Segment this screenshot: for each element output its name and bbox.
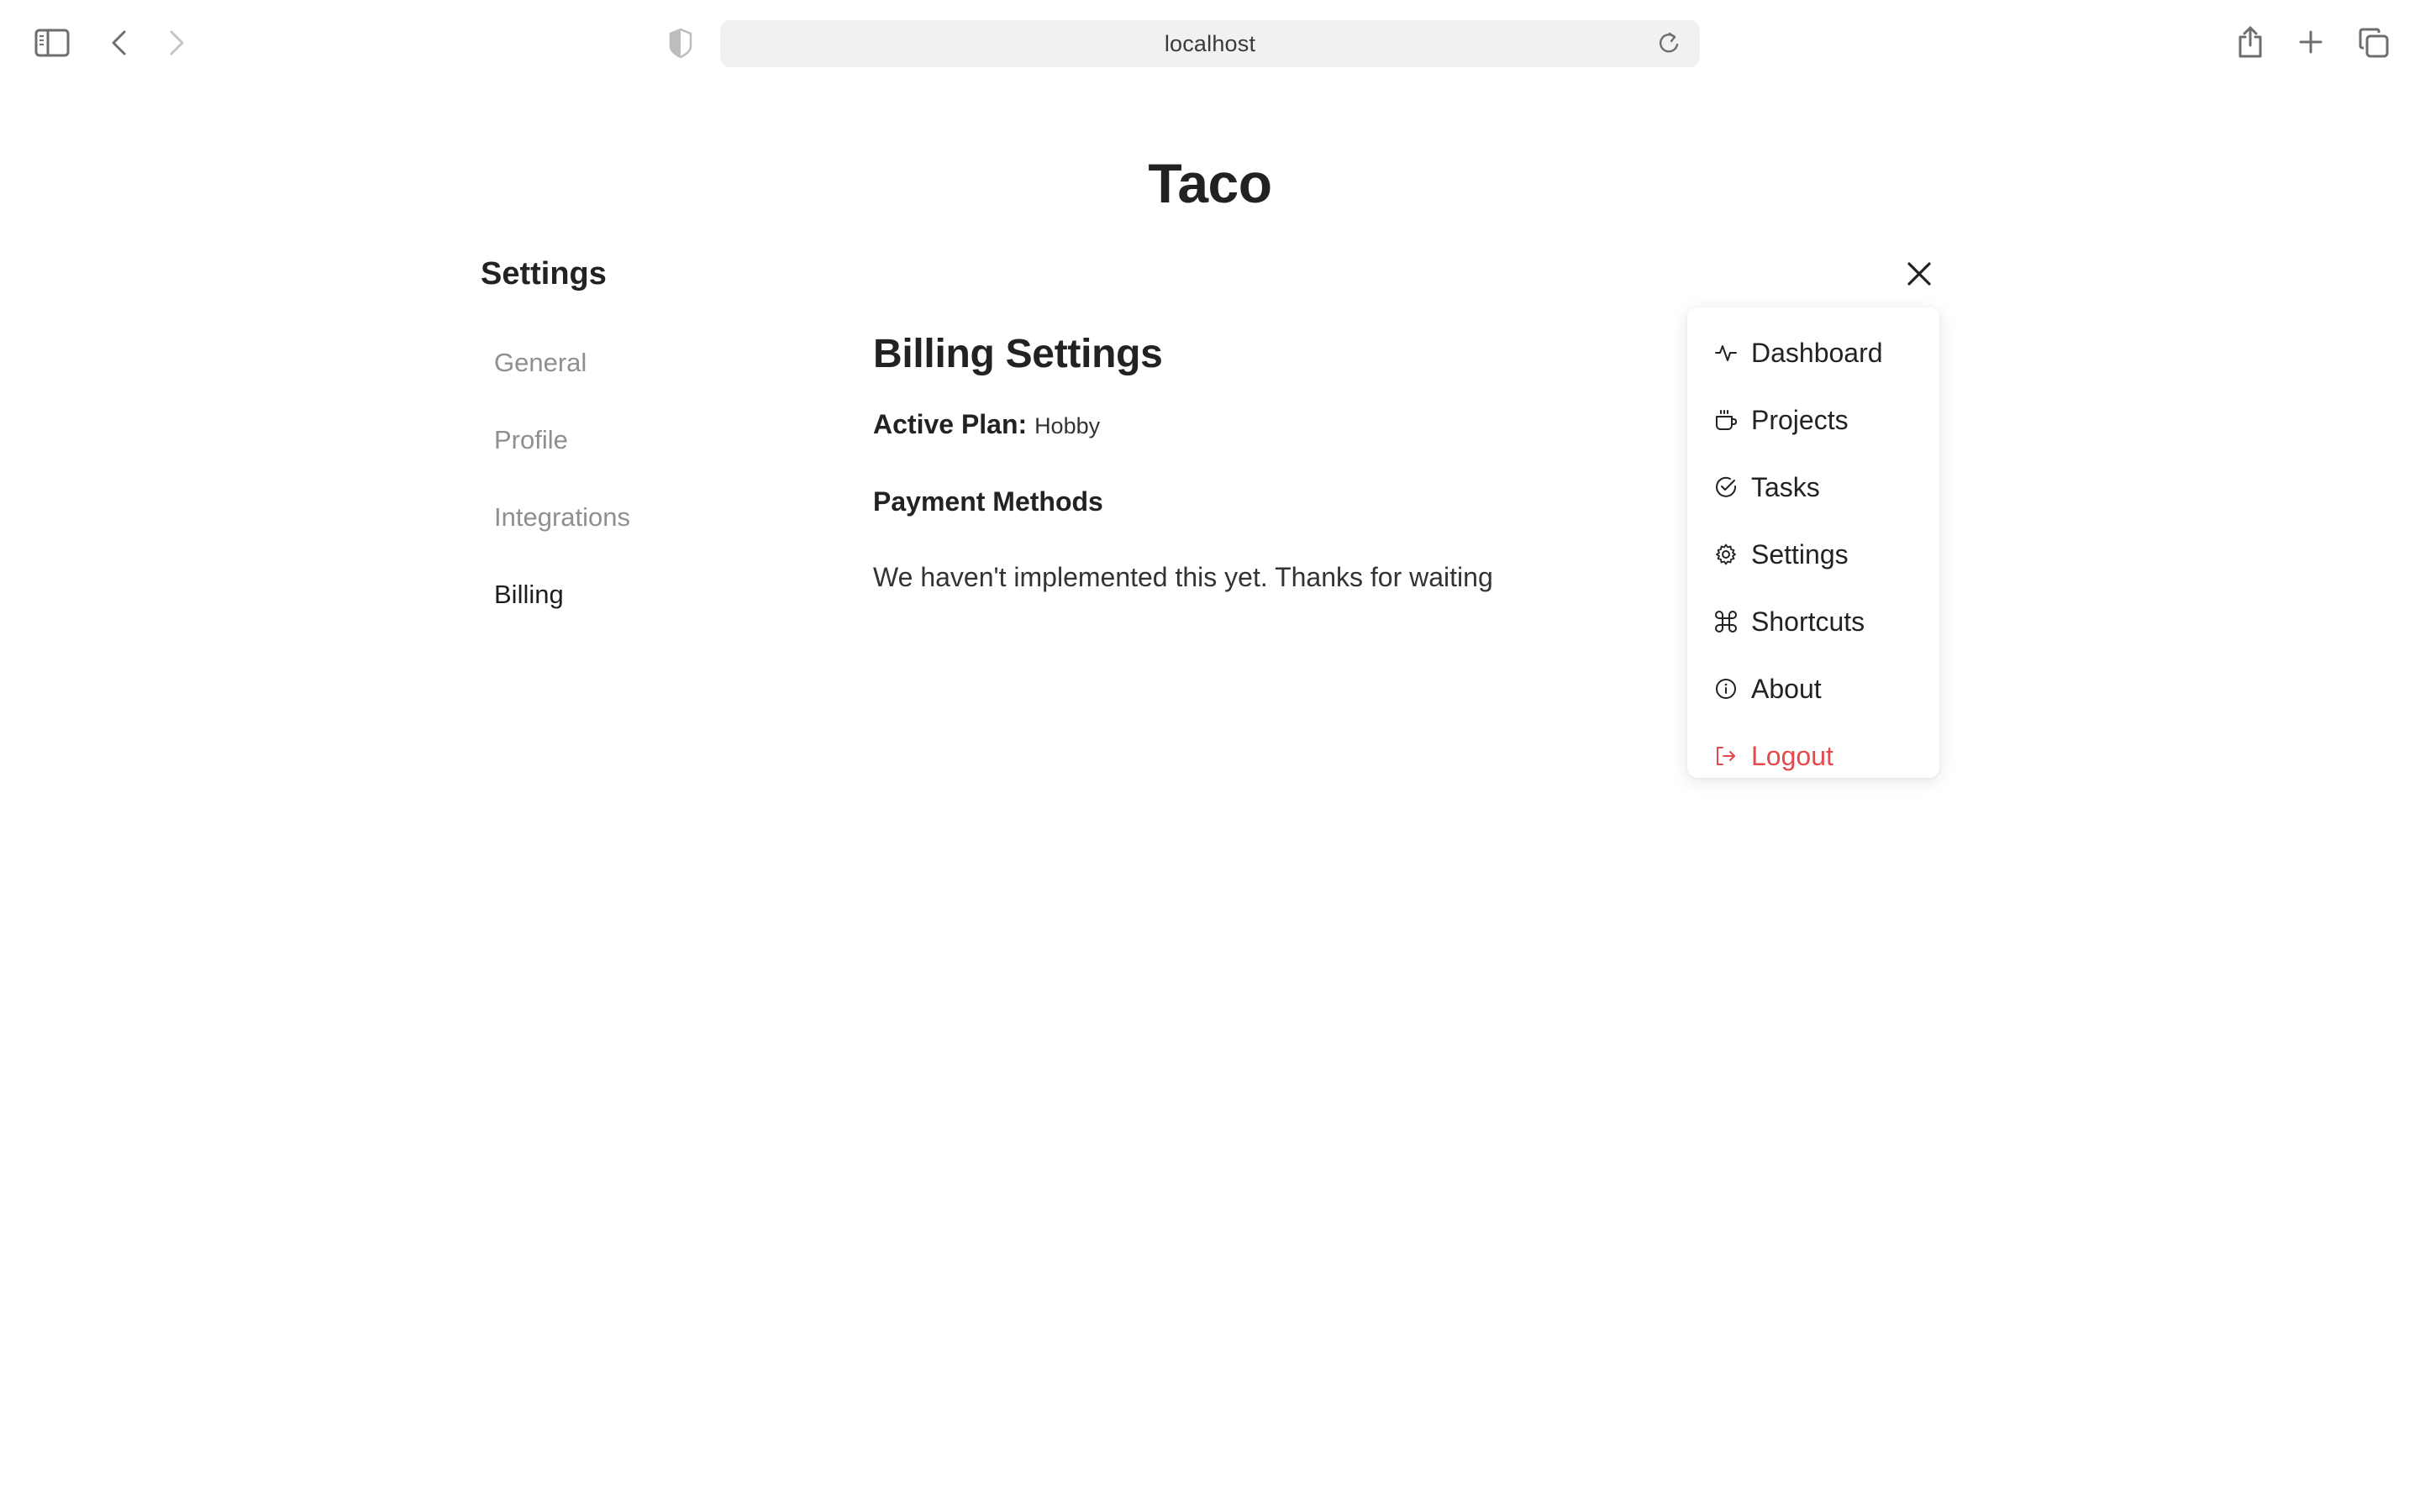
menu-item-label: Settings <box>1751 538 1849 570</box>
gear-icon <box>1714 543 1738 566</box>
payment-methods-message: We haven't implemented this yet. Thanks … <box>873 562 1493 592</box>
tabs-overview-button[interactable] <box>2358 27 2390 59</box>
menu-item-shortcuts[interactable]: Shortcuts <box>1687 588 1939 655</box>
coffee-icon <box>1714 408 1738 432</box>
menu-item-label: Projects <box>1751 404 1849 435</box>
active-plan-row: Active Plan: Hobby <box>873 405 1629 445</box>
sidebar-item-profile[interactable]: Profile <box>494 417 830 494</box>
sidebar-icon[interactable] <box>34 27 71 59</box>
active-plan-value: Hobby <box>1034 413 1101 438</box>
reload-button[interactable] <box>1656 30 1683 57</box>
menu-item-label: Shortcuts <box>1751 606 1865 637</box>
menu-item-projects[interactable]: Projects <box>1687 386 1939 454</box>
share-button[interactable] <box>2235 24 2265 60</box>
settings-heading: Settings <box>481 256 607 291</box>
menu-item-dashboard[interactable]: Dashboard <box>1687 319 1939 386</box>
tabs-overview-icon <box>2359 28 2389 58</box>
back-button[interactable] <box>106 27 131 59</box>
address-bar[interactable]: localhost <box>720 20 1700 67</box>
reload-icon <box>1659 32 1679 53</box>
payment-methods-heading: Payment Methods <box>873 486 1103 517</box>
page-title: Billing Settings <box>873 332 1163 376</box>
forward-button[interactable] <box>165 27 190 59</box>
menu-item-label: Dashboard <box>1751 337 1883 368</box>
active-plan-label: Active Plan: <box>873 409 1028 439</box>
url-text: localhost <box>1164 30 1256 56</box>
menu-item-label: Tasks <box>1751 471 1820 502</box>
plus-icon <box>2299 30 2323 54</box>
menu-item-settings[interactable]: Settings <box>1687 521 1939 588</box>
app-title: Taco <box>1148 152 1272 214</box>
menu-item-about[interactable]: About <box>1687 655 1939 722</box>
sidebar-item-general[interactable]: General <box>494 339 830 417</box>
shield-icon[interactable] <box>667 27 694 59</box>
menu-item-logout[interactable]: Logout <box>1687 722 1939 790</box>
sidebar-item-integrations[interactable]: Integrations <box>494 494 830 571</box>
info-icon <box>1714 677 1738 701</box>
settings-sidebar: General Profile Integrations Billing <box>494 339 830 648</box>
menu-item-label: Logout <box>1751 740 1833 771</box>
chevron-right-icon <box>170 30 184 55</box>
chevron-left-icon <box>112 30 126 55</box>
sidebar-item-billing[interactable]: Billing <box>494 571 830 648</box>
command-icon <box>1714 610 1738 633</box>
close-button[interactable] <box>1901 255 1938 292</box>
activity-icon <box>1714 341 1738 365</box>
menu-item-label: About <box>1751 673 1822 704</box>
user-menu: Dashboard Projects Tasks Settings Shortc… <box>1687 307 1939 778</box>
browser-toolbar: localhost <box>0 0 2420 87</box>
share-icon <box>2238 26 2262 58</box>
new-tab-button[interactable] <box>2297 29 2324 55</box>
logout-icon <box>1714 744 1738 768</box>
menu-item-tasks[interactable]: Tasks <box>1687 454 1939 521</box>
check-circle-icon <box>1714 475 1738 499</box>
close-icon <box>1907 262 1931 286</box>
billing-panel: Billing Settings Active Plan: Hobby Paym… <box>873 326 1629 596</box>
